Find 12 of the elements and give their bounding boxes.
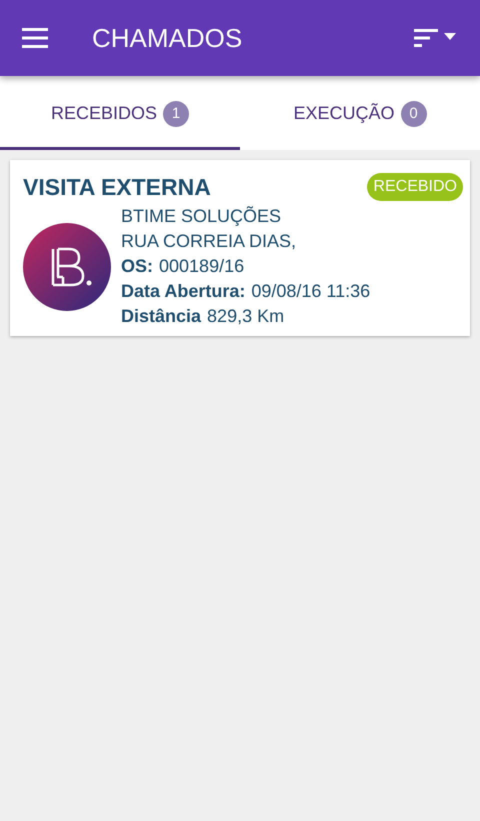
- ticket-card[interactable]: VISITA EXTERNA RECEBIDO BTIME SOLUÇÕES RUA CORREIA DIAS, OS: 000189/16 Data Abertura: 09/08/16 11:36 Distância 829,3 Km: [10, 160, 470, 336]
- detail-line: OS: 000189/16: [121, 255, 246, 278]
- menu-icon[interactable]: [22, 28, 48, 48]
- detail-line: BTIME SOLUÇÕES: [121, 205, 282, 228]
- screen-title: CHAMADOS: [92, 22, 244, 54]
- detail-line: Data Abertura: 09/08/16 11:36: [121, 280, 370, 303]
- detail-line: Distância 829,3 Km: [121, 305, 286, 328]
- detail-line: RUA CORREIA DIAS,: [121, 230, 298, 253]
- card-title: VISITA EXTERNA: [23, 174, 211, 201]
- status-badge: RECEBIDO: [367, 173, 463, 201]
- logo-icon: [23, 222, 111, 310]
- sort-icon[interactable]: [414, 28, 458, 48]
